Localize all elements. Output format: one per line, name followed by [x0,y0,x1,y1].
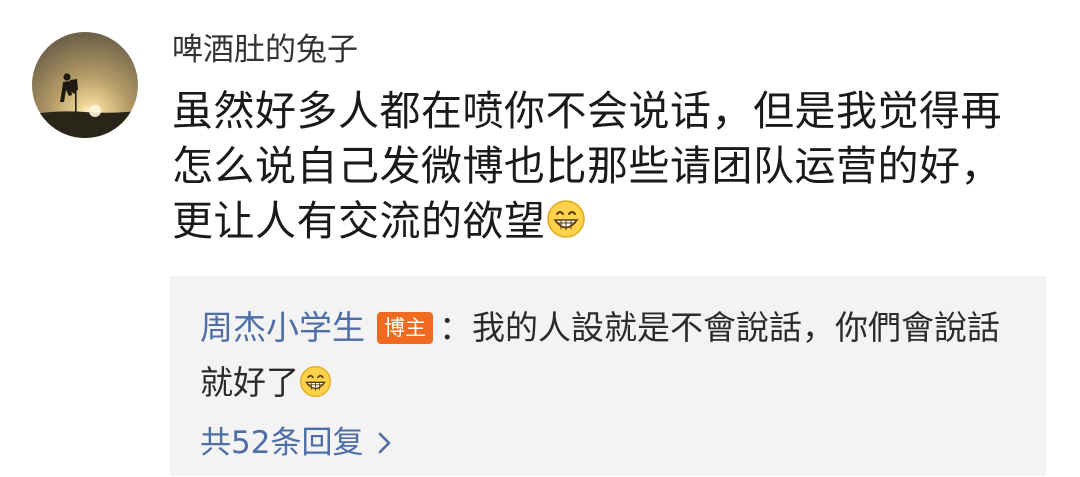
view-replies-link[interactable]: 共52条回复 [200,421,393,467]
view-replies-label: 共52条回复 [200,425,364,461]
comment-item: 啤酒肚的兔子 虽然好多人都在喷你不会说话，但是我觉得再怎么说自己发微博也比那些请… [0,0,1080,477]
reply-separator: ： [439,308,472,347]
chevron-right-icon [377,423,393,467]
avatar-image [32,32,138,138]
comment-text-block: 虽然好多人都在喷你不会说话，但是我觉得再怎么说自己发微博也比那些请团队运营的好，… [172,84,1042,253]
comment-text: 虽然好多人都在喷你不会说话，但是我觉得再怎么说自己发微博也比那些请团队运营的好，… [172,87,1002,245]
avatar[interactable] [32,32,138,138]
grin-emoji-icon [546,198,586,253]
grin-emoji-icon [299,359,332,414]
reply-content: 周杰小学生 博主 ：我的人設就是不會說話，你們會說話就好了 [200,300,1020,414]
reply-author[interactable]: 周杰小学生 [200,308,365,347]
comment-username[interactable]: 啤酒肚的兔子 [172,28,358,72]
reply-preview[interactable]: 周杰小学生 博主 ：我的人設就是不會說話，你們會說話就好了 共52条回复 [170,276,1046,476]
author-badge: 博主 [377,312,433,344]
